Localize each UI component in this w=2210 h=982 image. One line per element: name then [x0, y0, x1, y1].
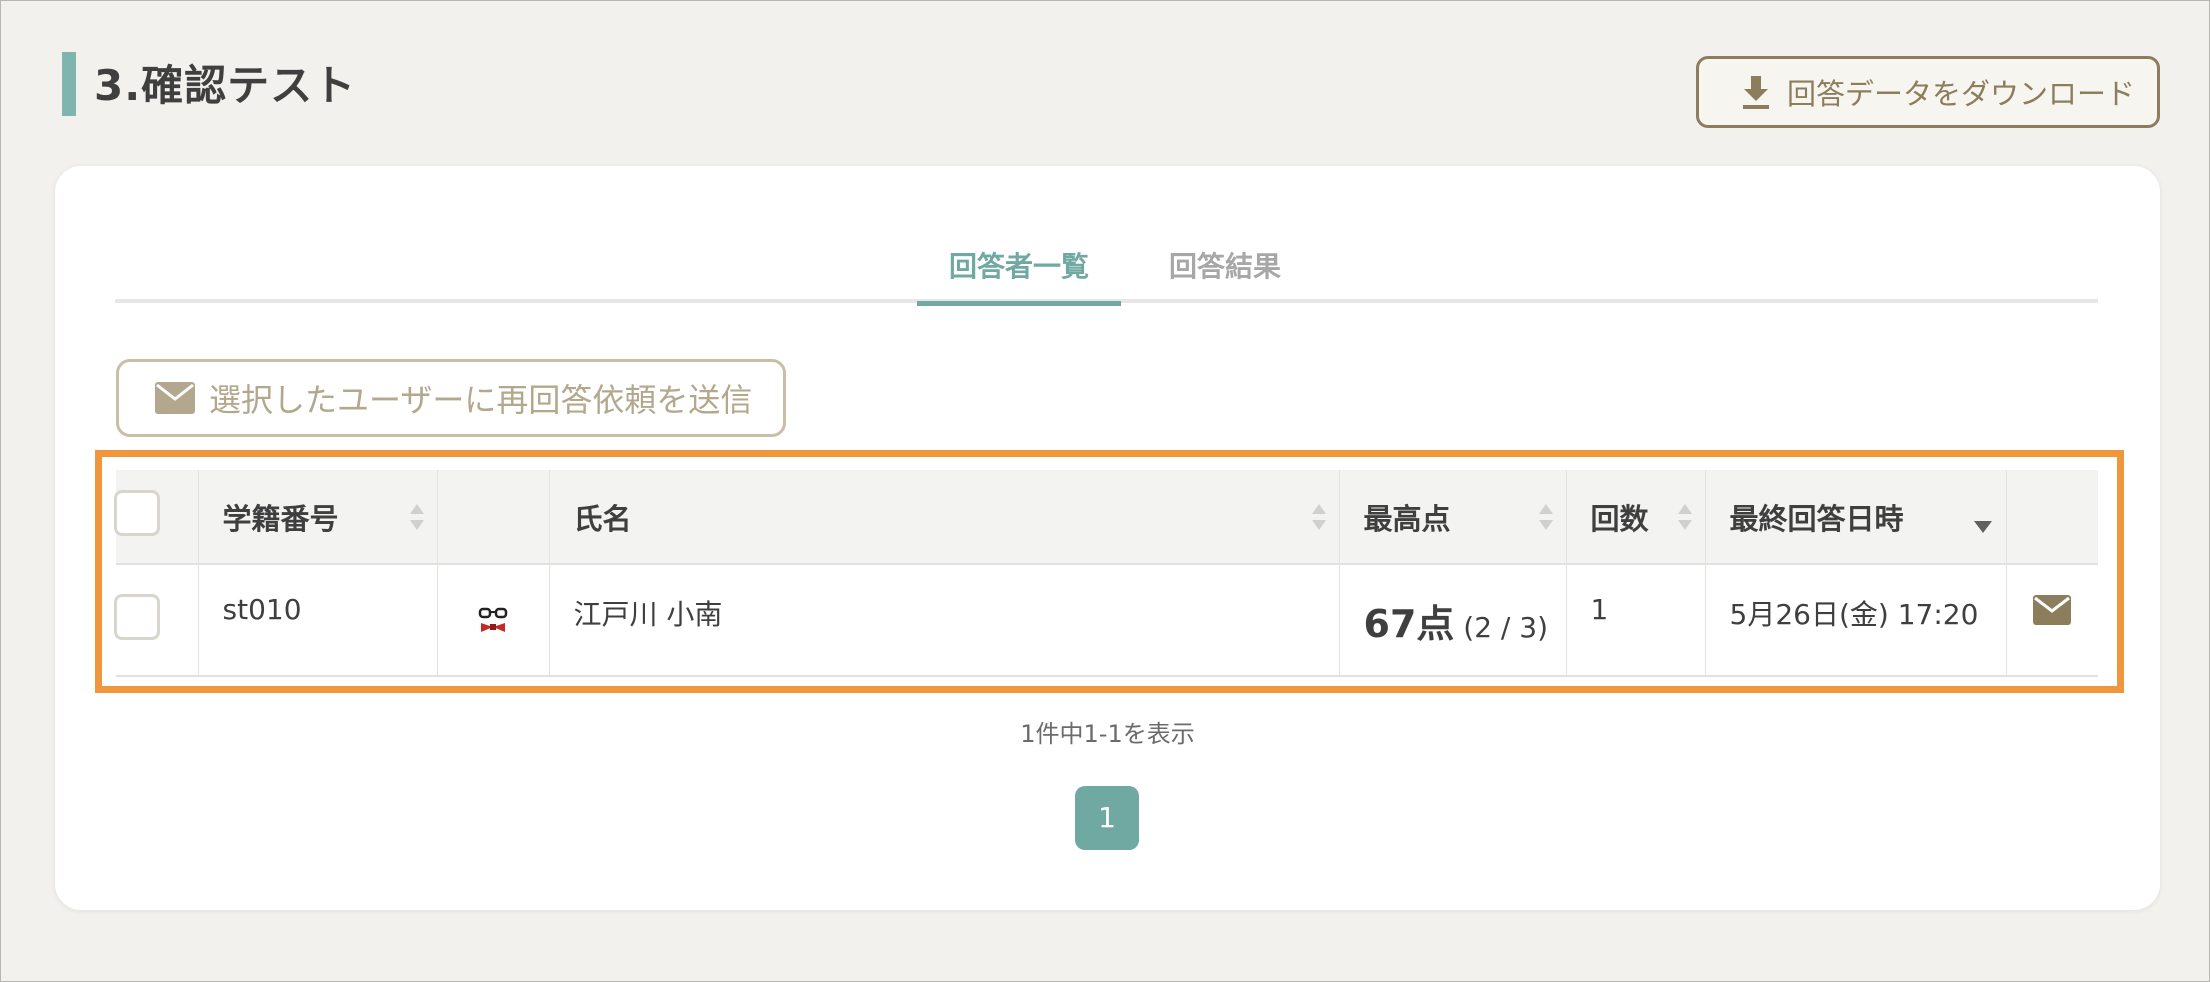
- download-button-label: 回答データをダウンロード: [1787, 77, 2136, 111]
- download-icon: [1743, 76, 1769, 109]
- table-highlight-frame: [95, 450, 2124, 693]
- mail-icon: [155, 382, 195, 414]
- page-button-1[interactable]: 1: [1075, 786, 1139, 850]
- download-answers-button[interactable]: 回答データをダウンロード: [1696, 56, 2160, 128]
- title-accent-bar: [62, 52, 76, 116]
- pagination-summary: 1件中1-1を表示: [1020, 720, 1195, 748]
- tab-answer-results[interactable]: 回答結果: [1145, 242, 1305, 302]
- resend-request-button[interactable]: 選択したユーザーに再回答依頼を送信: [116, 359, 786, 437]
- tab-respondent-list[interactable]: 回答者一覧: [917, 242, 1121, 306]
- page-title: 3.確認テスト: [94, 61, 357, 110]
- resend-button-label: 選択したユーザーに再回答依頼を送信: [209, 381, 753, 419]
